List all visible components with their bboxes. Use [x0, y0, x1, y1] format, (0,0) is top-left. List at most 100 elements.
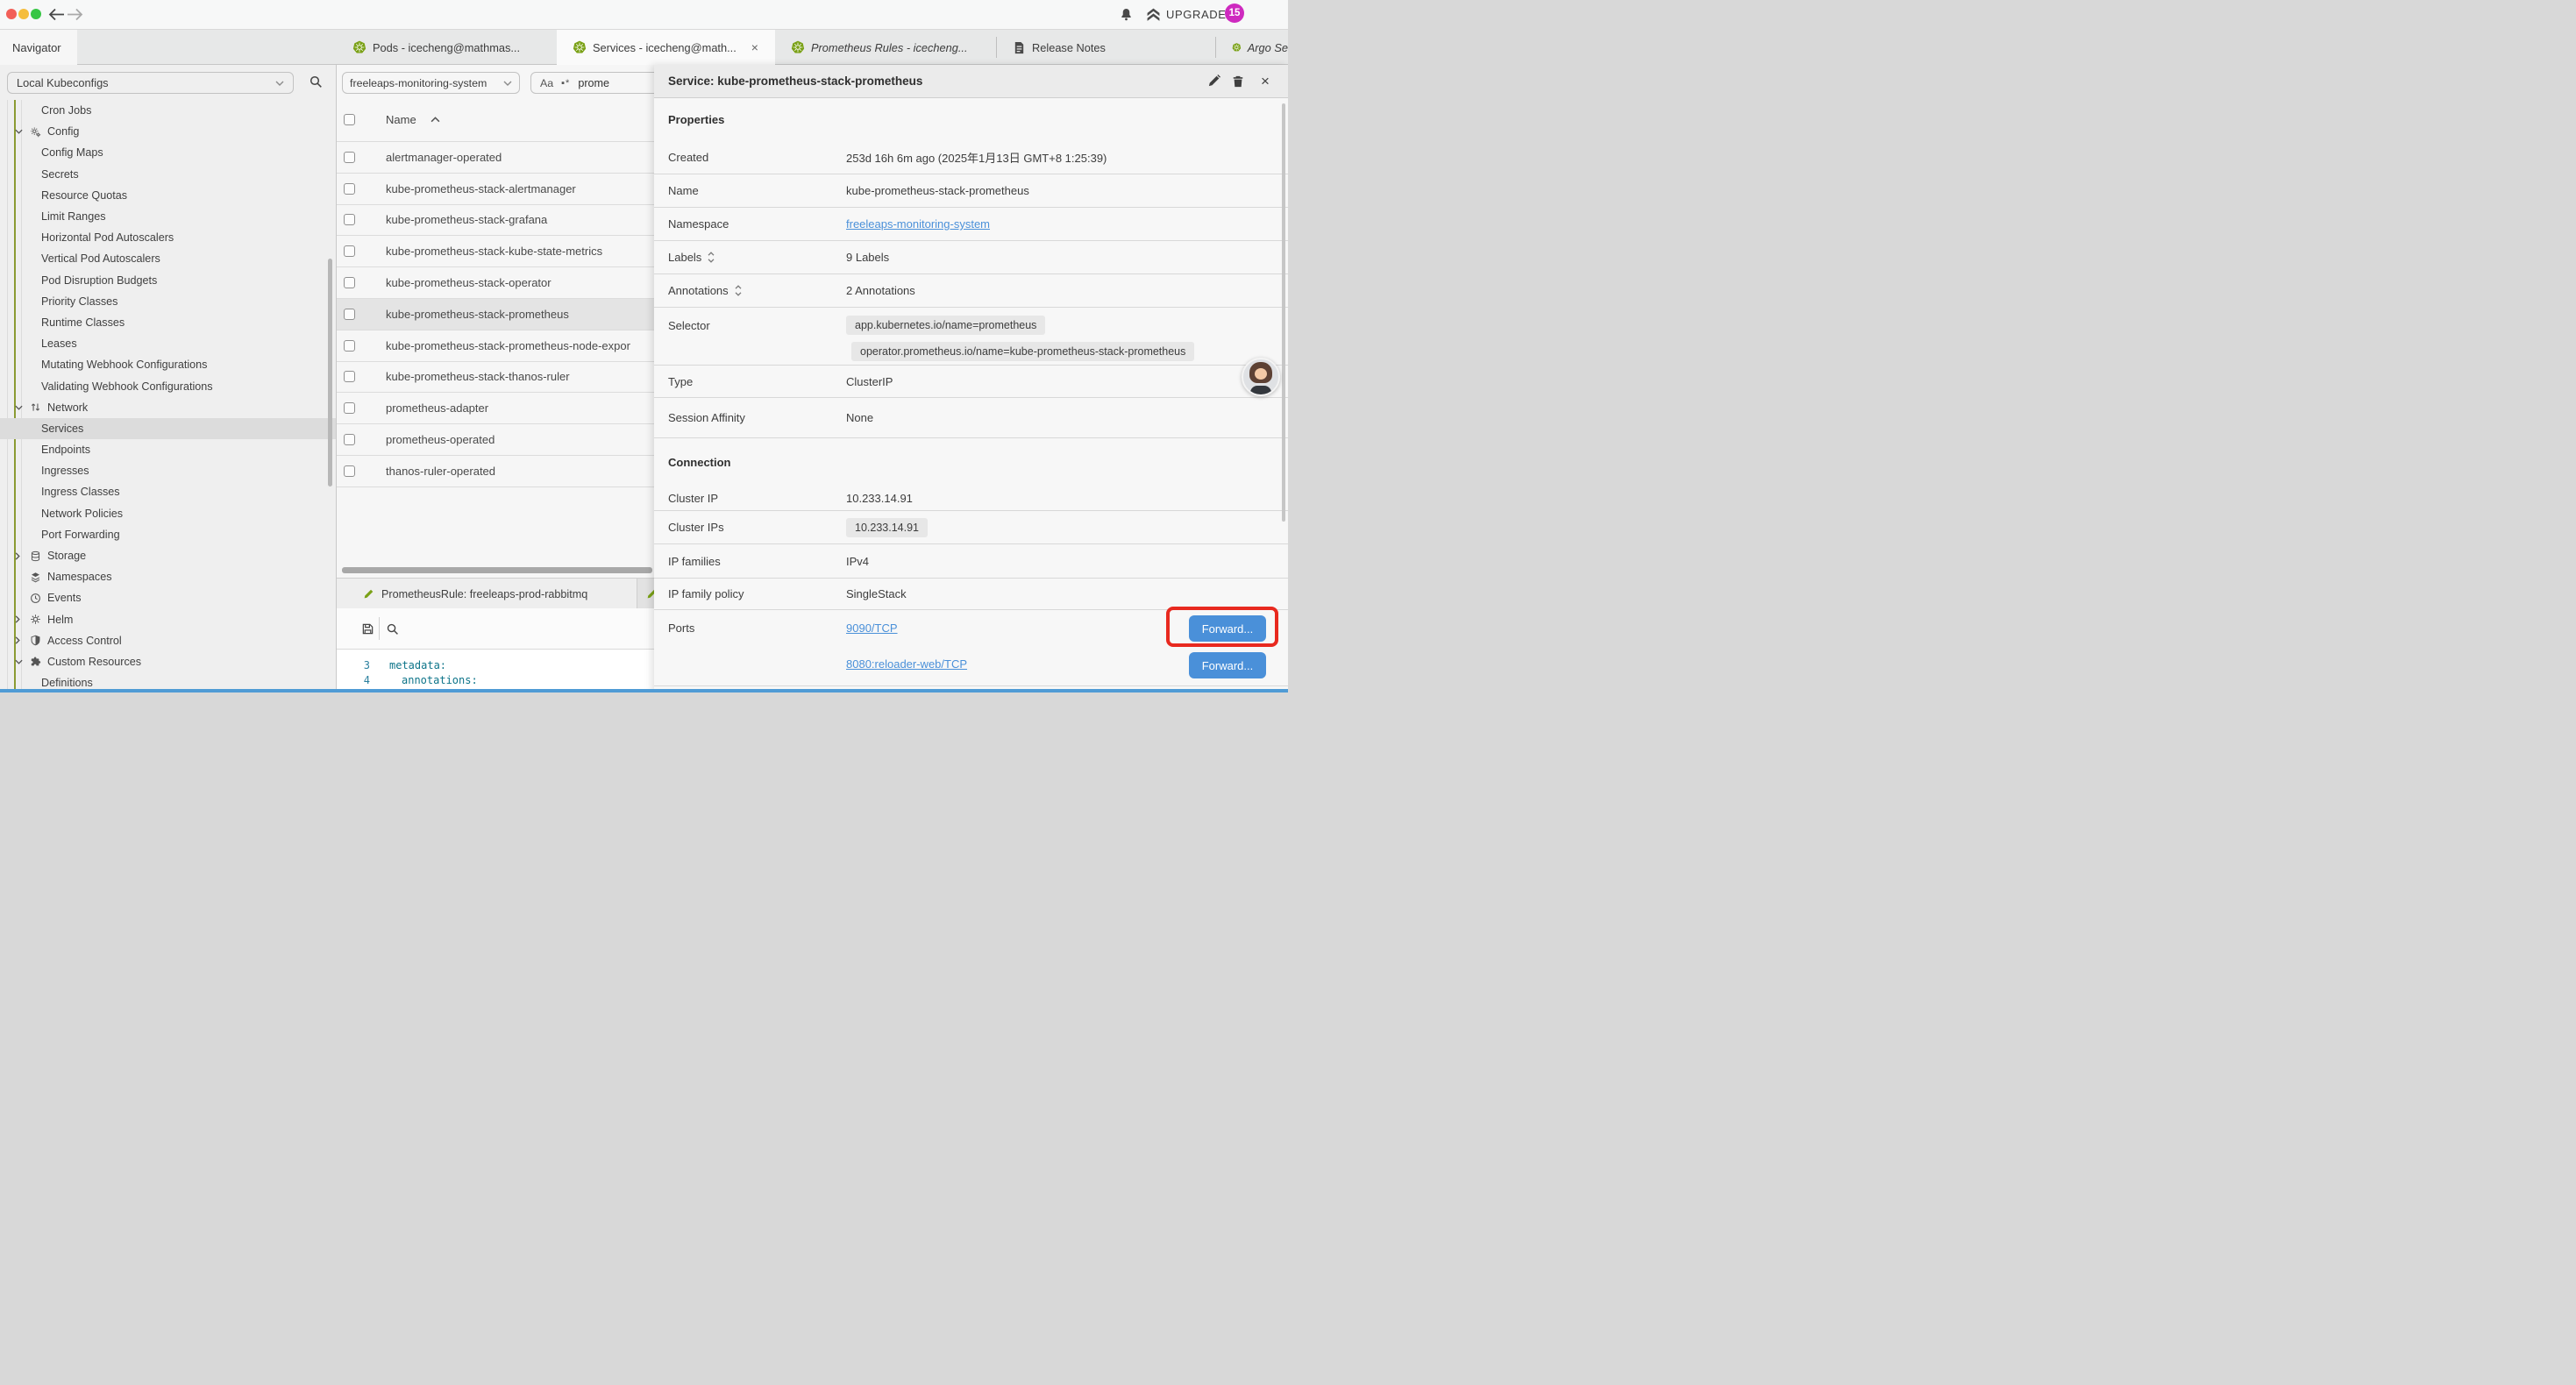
sidebar-item-pod-disruption-budgets[interactable]: Pod Disruption Budgets — [0, 270, 336, 291]
expander-icon[interactable] — [735, 285, 742, 296]
row-checkbox[interactable] — [344, 152, 355, 163]
sidebar-item-validating-webhook-configurations[interactable]: Validating Webhook Configurations — [0, 375, 336, 396]
forward-button-9090[interactable]: Forward... — [1189, 615, 1266, 642]
port-link-9090[interactable]: 9090/TCP — [846, 621, 967, 635]
table-row[interactable]: prometheus-adapter — [337, 393, 687, 424]
table-row[interactable]: alertmanager-operated — [337, 142, 687, 174]
close-tab-icon[interactable]: × — [751, 41, 758, 53]
maximize-window-button[interactable] — [31, 9, 41, 19]
sidebar-group-config[interactable]: Config — [0, 121, 336, 142]
edit-icon[interactable] — [1207, 75, 1220, 88]
sidebar-group-network[interactable]: Network — [0, 397, 336, 418]
filter-box[interactable]: Aa ▪* — [530, 72, 671, 94]
sidebar-item-endpoints[interactable]: Endpoints — [0, 439, 336, 460]
table-row[interactable]: kube-prometheus-stack-operator — [337, 267, 687, 299]
sidebar-item-events[interactable]: Events — [0, 587, 336, 608]
kubeconfig-selector[interactable]: Local Kubeconfigs — [7, 72, 294, 94]
tab-prometheus-rules[interactable]: Prometheus Rules - icecheng... — [775, 30, 996, 65]
select-all-checkbox[interactable] — [344, 114, 355, 125]
name-column-header[interactable]: Name — [386, 113, 416, 126]
drawer-scrollbar[interactable] — [1282, 103, 1285, 522]
sidebar-item-limit-ranges[interactable]: Limit Ranges — [0, 206, 336, 227]
sidebar-scrollbar[interactable] — [328, 259, 332, 487]
sidebar-item-port-forwarding[interactable]: Port Forwarding — [0, 524, 336, 545]
tab-argo[interactable]: Argo Se — [1216, 30, 1288, 65]
table-row[interactable]: kube-prometheus-stack-alertmanager — [337, 174, 687, 205]
table-row[interactable]: kube-prometheus-stack-grafana — [337, 205, 687, 237]
row-checkbox[interactable] — [344, 371, 355, 382]
sidebar-item-priority-classes[interactable]: Priority Classes — [0, 291, 336, 312]
sidebar-group-access-control[interactable]: Access Control — [0, 630, 336, 651]
sidebar-item-ingress-classes[interactable]: Ingress Classes — [0, 481, 336, 502]
table-row[interactable]: prometheus-operated — [337, 424, 687, 456]
notification-badge[interactable]: 15 — [1225, 4, 1244, 23]
chevron-right-icon[interactable] — [15, 552, 24, 560]
table-row[interactable]: thanos-ruler-operated — [337, 456, 687, 487]
sidebar-item-horizontal-pod-autoscalers[interactable]: Horizontal Pod Autoscalers — [0, 227, 336, 248]
table-row[interactable]: kube-prometheus-stack-prometheus-node-ex… — [337, 330, 687, 362]
upgrade-button[interactable]: UPGRADE — [1166, 8, 1227, 21]
sidebar-item-ingresses[interactable]: Ingresses — [0, 460, 336, 481]
editor-tab-prometheusrule[interactable]: PrometheusRule: freeleaps-prod-rabbitmq — [337, 579, 637, 609]
sidebar-group-helm[interactable]: Helm — [0, 609, 336, 630]
table-row-selected[interactable]: kube-prometheus-stack-prometheus — [337, 299, 687, 330]
yaml-editor[interactable]: 3metadata: 4annotations: 5kubectl.kubern… — [337, 650, 687, 692]
sidebar-item-network-policies[interactable]: Network Policies — [0, 503, 336, 524]
sort-ascending-icon[interactable] — [431, 117, 440, 123]
chevron-right-icon[interactable] — [15, 615, 24, 623]
sidebar-item-vertical-pod-autoscalers[interactable]: Vertical Pod Autoscalers — [0, 248, 336, 269]
sidebar-item-mutating-webhook-configurations[interactable]: Mutating Webhook Configurations — [0, 354, 336, 375]
sidebar-item-config-maps[interactable]: Config Maps — [0, 142, 336, 163]
chevron-down-icon[interactable] — [15, 659, 24, 664]
tab-release-notes[interactable]: Release Notes — [997, 30, 1215, 65]
sidebar-item-namespaces[interactable]: Namespaces — [0, 566, 336, 587]
filter-input[interactable] — [578, 77, 639, 89]
forward-button-8080[interactable]: Forward... — [1189, 652, 1266, 678]
row-checkbox[interactable] — [344, 214, 355, 225]
port-link-8080[interactable]: 8080:reloader-web/TCP — [846, 657, 967, 671]
expander-icon[interactable] — [708, 252, 715, 263]
match-case-icon[interactable]: Aa — [540, 77, 553, 89]
namespace-selector[interactable]: freeleaps-monitoring-system — [342, 72, 520, 94]
row-checkbox[interactable] — [344, 183, 355, 195]
row-checkbox[interactable] — [344, 277, 355, 288]
sidebar-item-resource-quotas[interactable]: Resource Quotas — [0, 185, 336, 206]
row-checkbox[interactable] — [344, 309, 355, 320]
search-icon[interactable] — [309, 75, 323, 89]
tab-navigator[interactable]: Navigator — [0, 30, 77, 65]
assistant-avatar[interactable] — [1242, 358, 1280, 396]
chevron-down-icon[interactable] — [15, 405, 24, 410]
property-value: None — [846, 411, 873, 424]
upgrade-icon[interactable] — [1146, 8, 1161, 22]
sidebar-item-cron-jobs[interactable]: Cron Jobs — [0, 100, 336, 121]
bell-icon[interactable] — [1120, 7, 1133, 22]
sidebar-item-leases[interactable]: Leases — [0, 333, 336, 354]
namespace-link[interactable]: freeleaps-monitoring-system — [846, 217, 990, 231]
row-checkbox[interactable] — [344, 245, 355, 257]
search-icon[interactable] — [386, 622, 399, 636]
chevron-down-icon[interactable] — [15, 129, 24, 134]
sidebar-group-storage[interactable]: Storage — [0, 545, 336, 566]
regex-icon[interactable]: ▪* — [561, 78, 570, 89]
sidebar-item-runtime-classes[interactable]: Runtime Classes — [0, 312, 336, 333]
back-arrow-icon[interactable] — [48, 8, 65, 21]
close-window-button[interactable] — [6, 9, 17, 19]
tab-services[interactable]: Services - icecheng@math... × — [557, 30, 775, 65]
close-icon[interactable]: × — [1261, 75, 1270, 88]
table-row[interactable]: kube-prometheus-stack-kube-state-metrics — [337, 236, 687, 267]
horizontal-scrollbar[interactable] — [342, 567, 652, 573]
row-checkbox[interactable] — [344, 340, 355, 352]
sidebar-item-services[interactable]: Services — [0, 418, 336, 439]
save-icon[interactable] — [361, 622, 374, 636]
row-checkbox[interactable] — [344, 402, 355, 414]
minimize-window-button[interactable] — [18, 9, 29, 19]
sidebar-item-secrets[interactable]: Secrets — [0, 164, 336, 185]
forward-arrow-icon[interactable] — [67, 8, 83, 21]
row-checkbox[interactable] — [344, 465, 355, 477]
table-row[interactable]: kube-prometheus-stack-thanos-ruler — [337, 362, 687, 394]
chevron-right-icon[interactable] — [15, 636, 24, 644]
sidebar-group-custom-resources[interactable]: Custom Resources — [0, 651, 336, 672]
row-checkbox[interactable] — [344, 434, 355, 445]
delete-icon[interactable] — [1232, 75, 1244, 88]
tab-pods[interactable]: Pods - icecheng@mathmas... — [337, 30, 557, 65]
